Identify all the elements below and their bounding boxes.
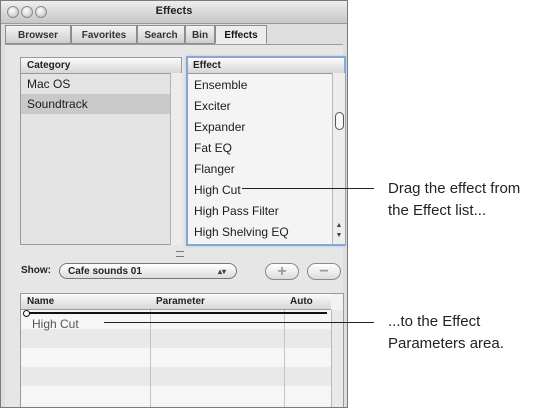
callout-line-parameters <box>104 322 374 323</box>
show-popup[interactable]: Cafe sounds 01 ▴▾ <box>59 263 237 279</box>
effect-item-high-cut[interactable]: High Cut <box>188 180 332 200</box>
effects-window: Effects Browser Favorites Search Bin Eff… <box>0 0 348 408</box>
tab-bin[interactable]: Bin <box>185 25 215 44</box>
drop-indicator-dot <box>23 310 30 317</box>
column-divider <box>284 310 285 407</box>
effect-item-flanger[interactable]: Flanger <box>188 159 332 179</box>
column-divider <box>150 310 151 407</box>
column-header-auto[interactable]: Auto <box>284 294 331 310</box>
category-item-mac-os[interactable]: Mac OS <box>21 74 170 94</box>
remove-effect-button[interactable]: − <box>307 263 341 280</box>
split-handle-icon[interactable] <box>176 251 184 257</box>
effect-item-fat-eq[interactable]: Fat EQ <box>188 138 332 158</box>
tab-effects[interactable]: Effects <box>215 25 267 44</box>
scroll-thumb[interactable] <box>335 112 344 130</box>
tab-search[interactable]: Search <box>137 25 185 44</box>
effect-header[interactable]: Effect <box>188 58 344 74</box>
effect-scrollbar[interactable]: ▲ ▼ <box>332 73 345 244</box>
category-scrollbar[interactable] <box>170 73 182 245</box>
effect-list[interactable]: Effect Ensemble Exciter Expander Fat EQ … <box>186 56 346 246</box>
effect-item-expander[interactable]: Expander <box>188 117 332 137</box>
category-item-soundtrack[interactable]: Soundtrack <box>21 94 170 114</box>
effect-item-high-shelving-eq[interactable]: High Shelving EQ <box>188 222 332 242</box>
scroll-down-arrow-icon[interactable]: ▼ <box>333 231 345 241</box>
effect-parameters-area[interactable]: Name Parameter Auto <box>20 293 344 407</box>
callout-line-3: ...to the Effect <box>388 313 481 330</box>
callout-line-effect-list <box>242 188 374 189</box>
callout-text-parameters: ...to the Effect Parameters area. <box>388 311 504 355</box>
category-list[interactable]: Category Mac OS Soundtrack <box>20 57 182 245</box>
title-bar: Effects <box>1 1 347 24</box>
column-header-parameter[interactable]: Parameter <box>150 294 284 310</box>
drop-indicator-line <box>25 312 327 314</box>
add-effect-button[interactable]: + <box>265 263 299 280</box>
tab-favorites[interactable]: Favorites <box>71 25 137 44</box>
tab-browser[interactable]: Browser <box>5 25 71 44</box>
callout-line-2: the Effect list... <box>388 202 487 219</box>
callout-line-4: Parameters area. <box>388 335 504 352</box>
category-header[interactable]: Category <box>21 58 181 74</box>
up-down-arrows-icon: ▴▾ <box>217 267 226 276</box>
callout-line-1: Drag the effect from <box>388 180 521 197</box>
column-header-name[interactable]: Name <box>21 294 150 310</box>
effect-item-high-pass-filter[interactable]: High Pass Filter <box>188 201 332 221</box>
dragged-effect-label: High Cut <box>32 317 79 331</box>
scroll-up-arrow-icon[interactable]: ▲ <box>333 221 345 231</box>
callout-text-effect-list: Drag the effect from the Effect list... <box>388 178 520 222</box>
parameters-scrollbar[interactable] <box>331 310 343 407</box>
show-label: Show: <box>21 265 51 276</box>
effect-item-exciter[interactable]: Exciter <box>188 96 332 116</box>
window-title: Effects <box>155 5 193 17</box>
show-popup-value: Cafe sounds 01 <box>68 266 142 277</box>
effect-item-ensemble[interactable]: Ensemble <box>188 75 332 95</box>
